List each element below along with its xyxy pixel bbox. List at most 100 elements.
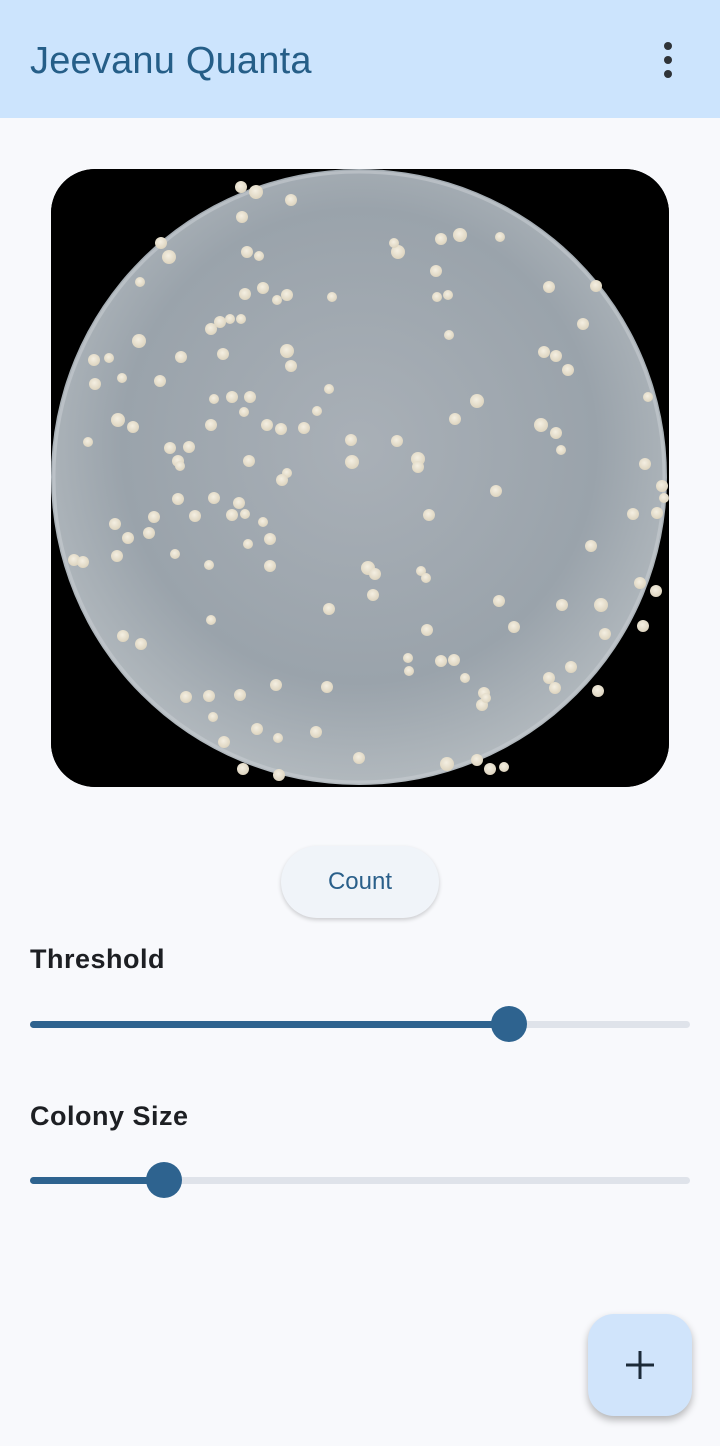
- colony-dot: [423, 509, 435, 521]
- colony-dot: [549, 682, 561, 694]
- colony-dot: [481, 693, 491, 703]
- colony-dot: [127, 421, 139, 433]
- colony-dot: [471, 754, 483, 766]
- app-bar: Jeevanu Quanta: [0, 0, 720, 118]
- colony-dot: [273, 769, 285, 781]
- count-button[interactable]: Count: [281, 846, 439, 918]
- colony-dot: [254, 251, 264, 261]
- colony-dot: [270, 679, 282, 691]
- colony-dot: [412, 461, 424, 473]
- colony-dot: [656, 480, 668, 492]
- colony-dot: [508, 621, 520, 633]
- colony-dot: [117, 630, 129, 642]
- colony-dot: [239, 288, 251, 300]
- threshold-slider[interactable]: [30, 1004, 690, 1044]
- colony-dot: [637, 620, 649, 632]
- colony-dot: [204, 560, 214, 570]
- colony-dot: [218, 736, 230, 748]
- colony-size-fill: [30, 1177, 164, 1184]
- add-button[interactable]: [588, 1314, 692, 1416]
- colony-dot: [550, 350, 562, 362]
- colony-dot: [209, 394, 219, 404]
- colony-dot: [444, 330, 454, 340]
- colony-dot: [599, 628, 611, 640]
- colony-dot: [312, 406, 322, 416]
- colony-dot: [430, 265, 442, 277]
- colony-dot: [556, 445, 566, 455]
- colony-dot: [104, 353, 114, 363]
- colony-dot: [244, 391, 256, 403]
- colony-dot: [490, 485, 502, 497]
- colony-dot: [162, 250, 176, 264]
- colony-dot: [285, 194, 297, 206]
- colony-dot: [172, 493, 184, 505]
- colony-dot: [236, 314, 246, 324]
- colony-dot: [440, 757, 454, 771]
- colony-dot: [143, 527, 155, 539]
- colony-dot: [556, 599, 568, 611]
- app-title: Jeevanu Quanta: [30, 40, 312, 82]
- colony-dot: [550, 427, 562, 439]
- colony-dot: [493, 595, 505, 607]
- colony-dot: [443, 290, 453, 300]
- colony-dot: [135, 638, 147, 650]
- colony-dot: [367, 589, 379, 601]
- colony-dot: [234, 689, 246, 701]
- colony-dot: [89, 378, 101, 390]
- colony-dot: [111, 413, 125, 427]
- colony-dot: [235, 181, 247, 193]
- colony-dot: [183, 441, 195, 453]
- colony-size-thumb[interactable]: [145, 1162, 182, 1198]
- colony-dot: [369, 568, 381, 580]
- colony-dot: [389, 238, 399, 248]
- colony-dot: [310, 726, 322, 738]
- colony-dot: [643, 392, 653, 402]
- colony-dot: [460, 673, 470, 683]
- colony-dot: [117, 373, 127, 383]
- colony-dot: [275, 423, 287, 435]
- colony-dot: [77, 556, 89, 568]
- colony-size-slider[interactable]: [30, 1160, 690, 1200]
- colony-dot: [272, 295, 282, 305]
- colony-dot: [627, 508, 639, 520]
- colony-dot: [281, 289, 293, 301]
- colony-size-label: Colony Size: [30, 1101, 189, 1131]
- colony-dot: [132, 334, 146, 348]
- colony-dot: [180, 691, 192, 703]
- colony-dot: [590, 280, 602, 292]
- colony-dot: [83, 437, 93, 447]
- colony-dot: [585, 540, 597, 552]
- colony-dot: [189, 510, 201, 522]
- colony-dot: [237, 763, 249, 775]
- colony-dot: [233, 497, 245, 509]
- colony-dot: [164, 442, 176, 454]
- colony-dot: [243, 455, 255, 467]
- colony-dot: [565, 661, 577, 673]
- colony-dot: [353, 752, 365, 764]
- colony-dot: [435, 655, 447, 667]
- colony-dot: [345, 455, 359, 469]
- colony-dot: [499, 762, 509, 772]
- colony-dot: [534, 418, 548, 432]
- colony-dot: [538, 346, 550, 358]
- colony-dot: [257, 282, 269, 294]
- colony-dot: [241, 246, 253, 258]
- add-icon: [626, 1351, 654, 1379]
- colony-dot: [421, 624, 433, 636]
- colony-dot: [226, 509, 238, 521]
- colony-dot: [298, 422, 310, 434]
- colony-dot: [88, 354, 100, 366]
- colony-dot: [203, 690, 215, 702]
- colony-dot: [214, 316, 226, 328]
- colony-dot: [225, 314, 235, 324]
- colony-dot: [122, 532, 134, 544]
- colony-dot: [324, 384, 334, 394]
- colony-dot: [208, 492, 220, 504]
- colony-dot: [592, 685, 604, 697]
- colony-dot: [240, 509, 250, 519]
- threshold-thumb[interactable]: [490, 1006, 527, 1042]
- colony-dot: [264, 533, 276, 545]
- colony-dot: [403, 653, 413, 663]
- more-vert-icon[interactable]: [644, 36, 692, 84]
- colony-dot: [470, 394, 484, 408]
